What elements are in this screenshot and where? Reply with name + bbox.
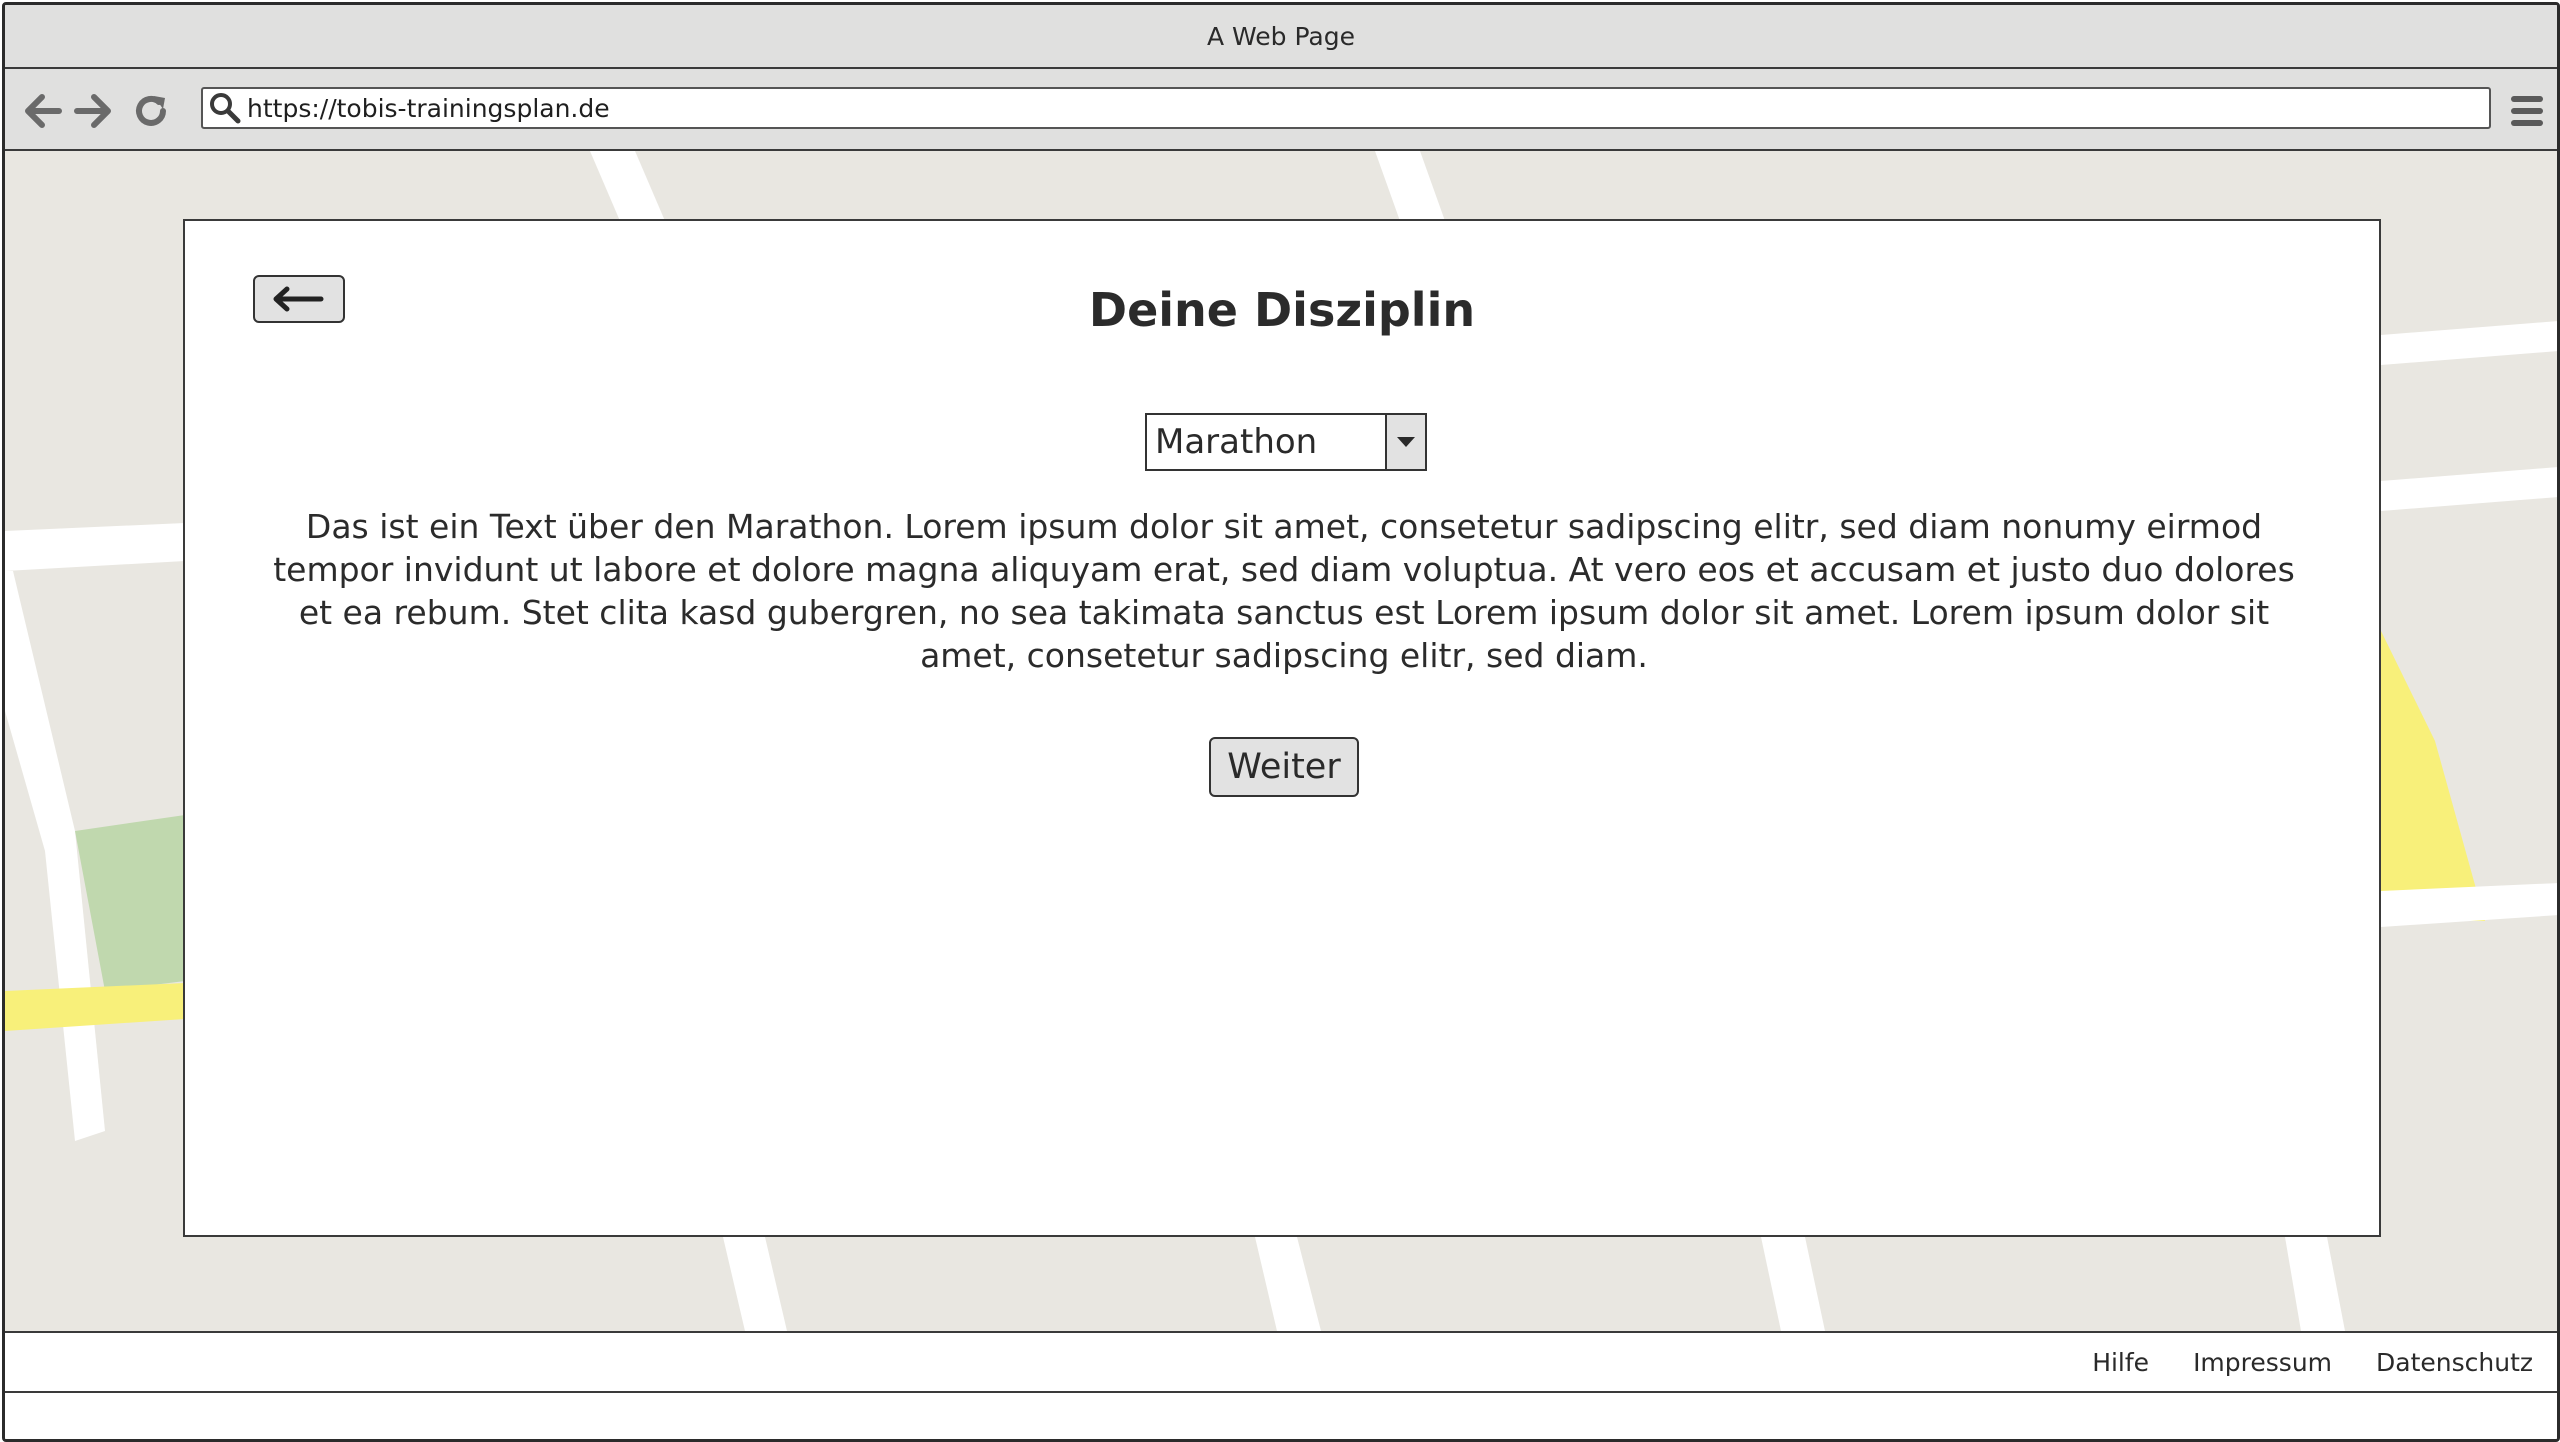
hamburger-menu-icon[interactable]	[2509, 91, 2545, 131]
page-title: Deine Disziplin	[1088, 283, 1476, 337]
footer-link-privacy[interactable]: Datenschutz	[2376, 1348, 2533, 1377]
discipline-select-value: Marathon	[1155, 422, 1318, 462]
back-nav-icon[interactable]	[21, 89, 65, 133]
page-footer: Hilfe Impressum Datenschutz	[5, 1331, 2557, 1393]
footer-links: Hilfe Impressum Datenschutz	[2092, 1333, 2533, 1391]
browser-window: A Web Page https://tobis-trainingsplan.d…	[2, 2, 2560, 1442]
footer-link-help[interactable]: Hilfe	[2092, 1348, 2149, 1377]
discipline-select[interactable]: Marathon	[1145, 413, 1427, 471]
discipline-description: Das ist ein Text über den Marathon. Lore…	[273, 507, 2295, 675]
forward-nav-icon[interactable]	[71, 89, 115, 133]
next-button[interactable]: Weiter	[1209, 737, 1359, 797]
reload-icon[interactable]	[129, 89, 173, 133]
status-bar	[5, 1393, 2557, 1439]
url-text: https://tobis-trainingsplan.de	[247, 93, 610, 123]
page-viewport: Deine Disziplin Marathon Das ist ein Tex…	[5, 151, 2557, 1331]
window-titlebar: A Web Page	[5, 5, 2557, 69]
window-title: A Web Page	[1206, 21, 1356, 51]
search-icon	[203, 88, 247, 128]
discipline-panel: Deine Disziplin Marathon Das ist ein Tex…	[183, 219, 2381, 1237]
address-bar[interactable]: https://tobis-trainingsplan.de	[201, 87, 2491, 129]
browser-toolbar: https://tobis-trainingsplan.de	[5, 69, 2557, 151]
chevron-down-icon	[1385, 415, 1425, 469]
footer-link-imprint[interactable]: Impressum	[2193, 1348, 2332, 1377]
